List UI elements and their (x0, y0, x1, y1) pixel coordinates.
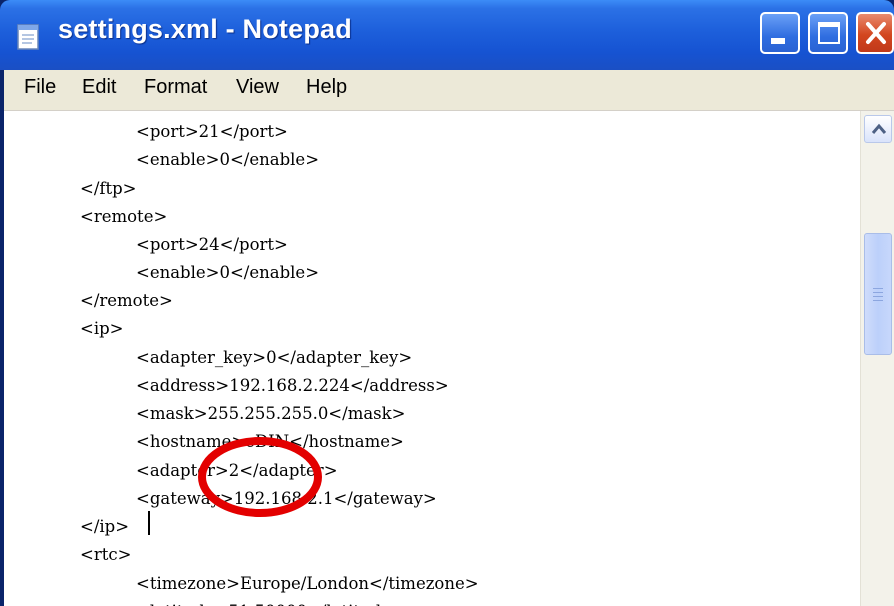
editor-line: <address>192.168.2.224</address> (136, 376, 449, 395)
close-button[interactable] (856, 12, 894, 54)
editor-line: <ip> (80, 319, 124, 338)
editor-line: </ip> (80, 517, 130, 536)
notepad-icon[interactable] (16, 22, 42, 50)
editor-line: <mask>255.255.255.0</mask> (136, 404, 406, 423)
editor-line: <port>21</port> (136, 122, 288, 141)
minimize-icon (771, 38, 785, 44)
menu-help[interactable]: Help (306, 76, 347, 99)
editor-line: </remote> (80, 291, 173, 310)
close-icon (866, 22, 886, 44)
text-caret (148, 511, 150, 535)
maximize-icon (818, 22, 840, 44)
window-title: settings.xml - Notepad (58, 14, 352, 44)
editor-line: <latitude>51.50000</latitude> (136, 597, 405, 606)
editor-line: <timezone>Europe/London</timezone> (136, 574, 479, 593)
vertical-scrollbar[interactable] (860, 111, 894, 606)
editor-line: <port>24</port> (136, 235, 288, 254)
menu-bar: File Edit Format View Help (4, 70, 894, 111)
editor-line: <adapter_key>0</adapter_key> (136, 348, 413, 367)
thumb-grip (873, 296, 883, 297)
scroll-up-button[interactable] (864, 115, 892, 143)
red-circle-annotation (198, 437, 322, 517)
notepad-window: settings.xml - Notepad File Edit Format … (0, 0, 894, 606)
chevron-up-icon (871, 123, 887, 134)
menu-view[interactable]: View (236, 76, 279, 99)
editor-line: <enable>0</enable> (136, 263, 320, 282)
client-area: <port>21</port> <enable>0</enable> </ftp… (4, 111, 894, 606)
editor-line: <enable>0</enable> (136, 150, 320, 169)
menu-file[interactable]: File (24, 76, 56, 99)
menu-edit[interactable]: Edit (82, 76, 116, 99)
menu-format[interactable]: Format (144, 76, 207, 99)
thumb-grip (873, 300, 883, 301)
scroll-thumb[interactable] (864, 233, 892, 355)
editor-line: </ftp> (80, 179, 137, 198)
thumb-grip (873, 292, 883, 293)
title-bar[interactable]: settings.xml - Notepad (0, 0, 894, 70)
maximize-button[interactable] (808, 12, 848, 54)
minimize-button[interactable] (760, 12, 800, 54)
text-editor[interactable]: <port>21</port> <enable>0</enable> </ftp… (4, 111, 860, 606)
thumb-grip (873, 288, 883, 289)
editor-line: <rtc> (80, 545, 132, 564)
editor-line: <remote> (80, 207, 168, 226)
